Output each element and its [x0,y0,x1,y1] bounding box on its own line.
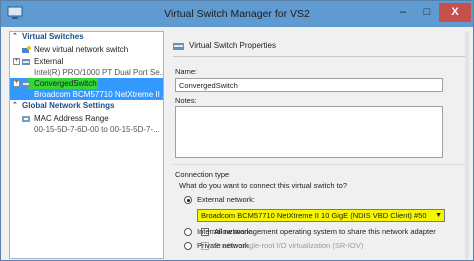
properties-title: Virtual Switch Properties [189,41,276,50]
collapse-chevron-icon[interactable]: ⌃ [12,32,18,42]
close-button[interactable]: X [439,3,471,22]
connection-question: What do you want to connect this virtual… [179,181,347,190]
private-network-label: Private network [197,241,249,250]
minimize-button[interactable]: – [391,3,415,22]
tree-item-mac-range-value: 00-15-5D-7-6D-00 to 00-15-5D-7-... [10,124,163,135]
dropdown-arrow-icon[interactable]: ▼ [435,210,442,221]
notes-label: Notes: [175,96,197,105]
collapse-chevron-icon[interactable]: ⌃ [12,101,18,111]
external-adapter-value: Broadcom BCM57710 NetXtreme II 10 GigE (… [201,211,427,220]
switch-tree-pane[interactable]: ⌃ Virtual Switches New virtual network s… [9,31,164,259]
tree-item-new-switch[interactable]: New virtual network switch [10,44,163,55]
virtual-switch-icon [173,43,184,50]
network-settings-icon [22,116,30,122]
tree-item-external[interactable]: + External [10,56,163,67]
virtual-switch-manager-window: Virtual Switch Manager for VS2 – □ X ⌃ V… [0,0,474,261]
internal-network-radio[interactable] [184,228,192,236]
title-bar[interactable]: Virtual Switch Manager for VS2 – □ X [1,1,473,27]
connection-type-label: Connection type [175,170,230,179]
header-divider [173,56,465,57]
virtual-switches-header-label: Virtual Switches [22,32,84,41]
internal-network-label: Internal network [197,227,251,236]
tree-item-mac-range[interactable]: MAC Address Range [10,113,163,124]
tree-item-label: External [34,57,64,66]
private-network-radio[interactable] [184,242,192,250]
properties-pane: Virtual Switch Properties Name: Converge… [169,31,469,259]
tree-item-converged-adapter[interactable]: Broadcom BCM57710 NetXtreme II ... [10,89,163,100]
tree-item-label: MAC Address Range [34,114,109,123]
external-adapter-select[interactable]: Broadcom BCM57710 NetXtreme II 10 GigE (… [197,209,445,222]
virtual-switches-header[interactable]: ⌃ Virtual Switches [10,32,163,43]
expand-icon[interactable]: + [13,80,20,87]
name-input[interactable]: ConvergedSwitch [175,78,443,92]
expand-icon[interactable]: + [13,58,20,65]
tree-item-label: ConvergedSwitch [34,79,97,88]
external-network-radio[interactable] [184,196,192,204]
vertical-scrollbar[interactable] [465,31,469,259]
mac-range-value: 00-15-5D-7-6D-00 to 00-15-5D-7-... [34,125,160,134]
new-switch-icon [22,46,31,53]
global-network-settings-header[interactable]: ⌃ Global Network Settings [10,101,163,112]
tree-item-external-adapter: Intel(R) PRO/1000 PT Dual Port Se... [10,67,163,78]
global-settings-header-label: Global Network Settings [22,101,115,110]
tree-item-converged-switch[interactable]: + ConvergedSwitch [10,78,163,89]
maximize-button[interactable]: □ [415,3,439,22]
notes-textarea[interactable] [175,106,443,158]
external-network-label: External network: [197,195,255,204]
adapter-description: Broadcom BCM57710 NetXtreme II ... [34,90,164,99]
name-label: Name: [175,67,198,76]
tree-item-label: New virtual network switch [34,45,129,54]
adapter-description: Intel(R) PRO/1000 PT Dual Port Se... [34,68,164,77]
network-switch-icon [22,59,30,65]
network-switch-icon [22,81,30,87]
